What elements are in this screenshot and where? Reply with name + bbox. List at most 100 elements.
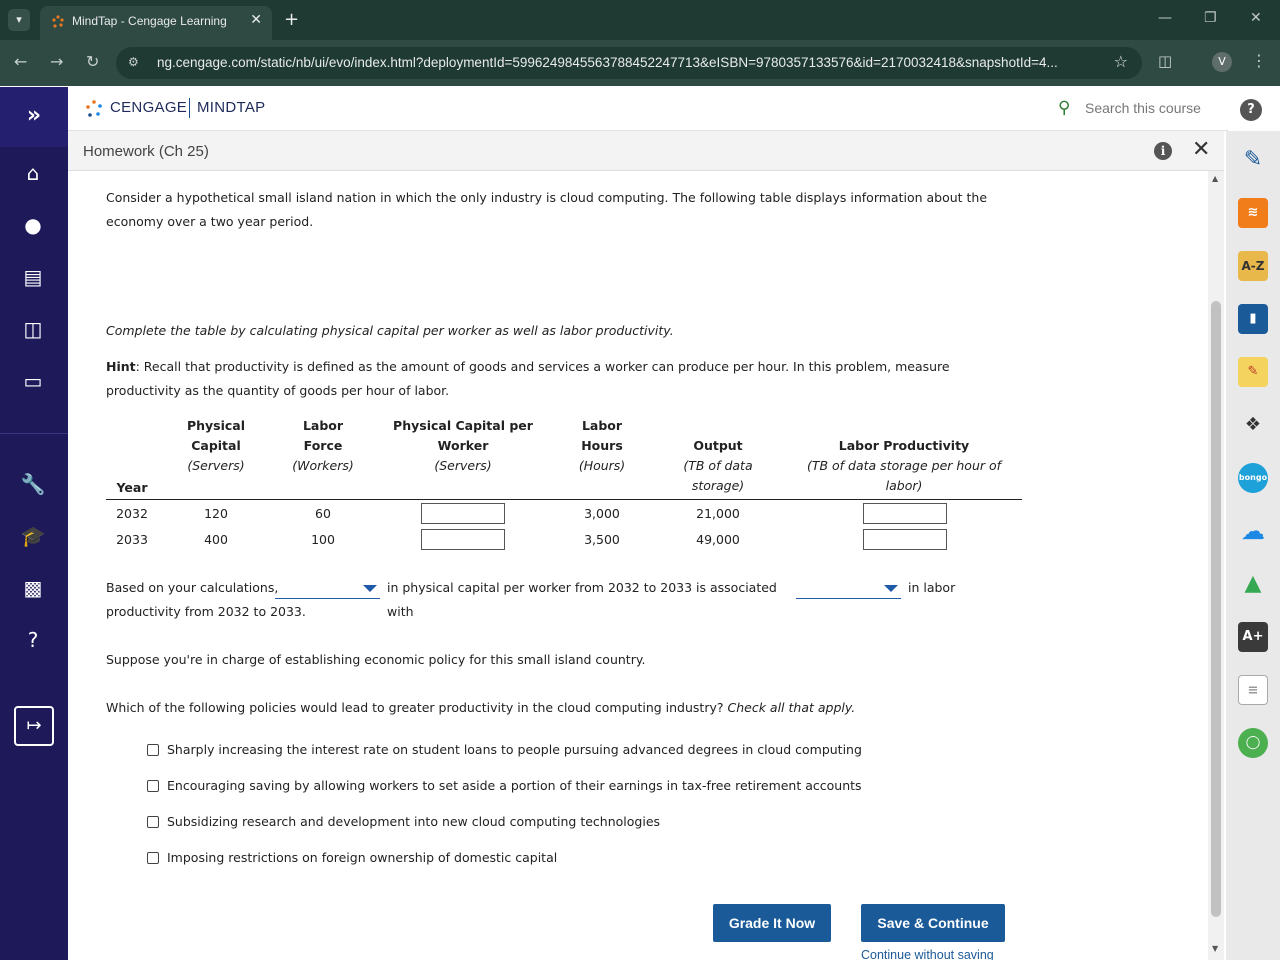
productivity-2032-input[interactable] (863, 503, 947, 524)
question-content: Consider a hypothetical small island nat… (106, 171, 1206, 960)
policy-checkbox-3[interactable] (147, 816, 159, 828)
url-text: ng.cengage.com/static/nb/ui/evo/index.ht… (157, 55, 1058, 70)
books-icon[interactable]: ◫ (20, 316, 46, 342)
browser-tab-bar: ▾ MindTap - Cengage Learning ✕ + — ❐ ✕ (0, 0, 1280, 40)
row-2033-year: 2033 (116, 532, 148, 547)
glossary-az-icon[interactable]: A-Z (1238, 251, 1268, 281)
grade-it-now-button[interactable]: Grade It Now (713, 904, 831, 942)
media-icon[interactable]: ▭ (20, 368, 46, 394)
chevron-down-icon (363, 585, 377, 592)
policy-checkbox-4[interactable] (147, 852, 159, 864)
exit-icon[interactable]: ↦ (14, 706, 54, 746)
address-bar-row: ← → ↻ ⚙ ng.cengage.com/static/nb/ui/evo/… (0, 40, 1280, 86)
bookmark-star-icon[interactable]: ☆ (1114, 52, 1128, 71)
rss-icon[interactable]: ≋ (1238, 198, 1268, 228)
readspeaker-icon[interactable]: ❖ (1238, 410, 1268, 440)
close-icon[interactable]: ✕ (1192, 137, 1210, 162)
forward-icon[interactable]: → (50, 52, 63, 71)
policy-checkbox-2[interactable] (147, 780, 159, 792)
flashcards-icon[interactable]: ≡ (1238, 675, 1268, 705)
app-header: CENGAGE MINDTAP ⚲ Search this course (68, 87, 1228, 131)
page-title: Homework (Ch 25) (83, 143, 209, 160)
aplus-icon[interactable]: A+ (1238, 622, 1268, 652)
row-2033-hours: 3,500 (584, 532, 620, 547)
hint-text: Hint: Recall that productivity is define… (106, 355, 1026, 403)
onedrive-icon[interactable]: ☁ (1238, 516, 1268, 546)
site-settings-icon[interactable]: ⚙ (128, 55, 139, 69)
new-tab-icon[interactable]: + (284, 9, 299, 30)
col-header-labor-hours: Labor Hours (Hours) (578, 418, 626, 473)
search-input[interactable]: Search this course (1085, 100, 1201, 116)
briefcase-icon[interactable]: ▩ (20, 575, 46, 601)
scroll-thumb[interactable] (1211, 301, 1221, 917)
restore-icon[interactable]: ❐ (1204, 10, 1217, 26)
row-2032-year: 2032 (116, 506, 148, 521)
notes-icon[interactable]: ✎ (1238, 357, 1268, 387)
hint-label: Hint (106, 359, 136, 374)
app-rail: ✎ ≋ A-Z ▮ ✎ ❖ bongo ☁ ▲ A+ ≡ ◯ (1226, 131, 1280, 960)
row-2032-output: 21,000 (696, 506, 740, 521)
productivity-change-dropdown[interactable] (796, 577, 901, 599)
url-field[interactable]: ⚙ ng.cengage.com/static/nb/ui/evo/index.… (116, 47, 1142, 79)
policy-option-2[interactable]: Encouraging saving by allowing workers t… (167, 778, 862, 793)
help-question-icon[interactable]: ? (1240, 99, 1262, 121)
home-icon[interactable]: ⌂ (20, 160, 46, 186)
cengage-favicon-icon (52, 15, 64, 28)
policy-option-1[interactable]: Sharply increasing the interest rate on … (167, 742, 862, 757)
row-2033-labor-force: 100 (311, 532, 335, 547)
google-drive-icon[interactable]: ▲ (1238, 569, 1268, 599)
tab-search-icon[interactable]: ▾ (8, 9, 30, 31)
brand-divider (189, 98, 190, 118)
policy-intro-text: Suppose you're in charge of establishing… (106, 652, 646, 667)
browser-menu-icon[interactable]: ⋮ (1251, 51, 1267, 70)
account-icon[interactable]: ● (20, 212, 46, 238)
nav-divider (0, 433, 68, 434)
col-header-physical-capital: Physical Capital (Servers) (186, 418, 246, 473)
scroll-down-icon[interactable]: ▼ (1212, 944, 1218, 953)
capital-per-worker-2033-input[interactable] (421, 529, 505, 550)
content-scrollbar[interactable]: ▲ ▼ (1208, 171, 1224, 960)
pencil-icon[interactable]: ✎ (1238, 145, 1268, 175)
browser-tab[interactable]: MindTap - Cengage Learning ✕ (40, 6, 272, 40)
gradebook-icon[interactable]: ▤ (20, 264, 46, 290)
row-2032-labor-force: 60 (315, 506, 331, 521)
reload-icon[interactable]: ↻ (86, 52, 99, 71)
col-header-output: Output (TB of data storage) (683, 438, 753, 493)
policy-option-3[interactable]: Subsidizing research and development int… (167, 814, 660, 829)
minimize-icon[interactable]: — (1158, 10, 1172, 26)
left-nav: » ⌂ ● ▤ ◫ ▭ 🔧 🎓 ▩ ? ↦ (0, 87, 68, 960)
row-2032-hours: 3,000 (584, 506, 620, 521)
col-header-labor-productivity: Labor Productivity (TB of data storage pe… (806, 438, 1002, 493)
intro-text: Consider a hypothetical small island nat… (106, 190, 988, 229)
profile-avatar[interactable]: V (1212, 52, 1232, 72)
save-continue-button[interactable]: Save & Continue (861, 904, 1005, 942)
tools-icon[interactable]: 🔧 (20, 471, 46, 497)
policy-option-4[interactable]: Imposing restrictions on foreign ownersh… (167, 850, 557, 865)
policy-checkbox-1[interactable] (147, 744, 159, 756)
tab-close-icon[interactable]: ✕ (250, 12, 262, 28)
capital-per-worker-2032-input[interactable] (421, 503, 505, 524)
activity-titlebar: Homework (Ch 25) i ✕ (68, 131, 1224, 171)
back-icon[interactable]: ← (14, 52, 27, 71)
table-header-rule (106, 499, 1022, 500)
window-close-icon[interactable]: ✕ (1250, 10, 1262, 26)
progress-icon[interactable]: ◯ (1238, 728, 1268, 758)
continue-without-saving-link[interactable]: Continue without saving (861, 948, 994, 960)
extensions-icon[interactable]: ◫ (1158, 52, 1172, 70)
sentence-part-4: productivity from 2032 to 2033. (106, 604, 306, 619)
ebook-icon[interactable]: ▮ (1238, 304, 1268, 334)
row-2032-capital: 120 (204, 506, 228, 521)
productivity-2033-input[interactable] (863, 529, 947, 550)
chevron-down-icon (884, 585, 898, 592)
sentence-part-3: in labor (908, 580, 956, 595)
scroll-up-icon[interactable]: ▲ (1212, 174, 1218, 183)
expand-nav-icon[interactable]: » (0, 87, 68, 147)
info-icon[interactable]: i (1154, 142, 1172, 160)
cengage-logo-icon (86, 100, 102, 117)
search-icon[interactable]: ⚲ (1058, 98, 1078, 118)
course-icon[interactable]: 🎓 (20, 523, 46, 549)
help-icon[interactable]: ? (20, 627, 46, 653)
capital-change-dropdown[interactable] (275, 577, 380, 599)
instruction-text: Complete the table by calculating physic… (106, 323, 674, 338)
bongo-icon[interactable]: bongo (1238, 463, 1268, 493)
